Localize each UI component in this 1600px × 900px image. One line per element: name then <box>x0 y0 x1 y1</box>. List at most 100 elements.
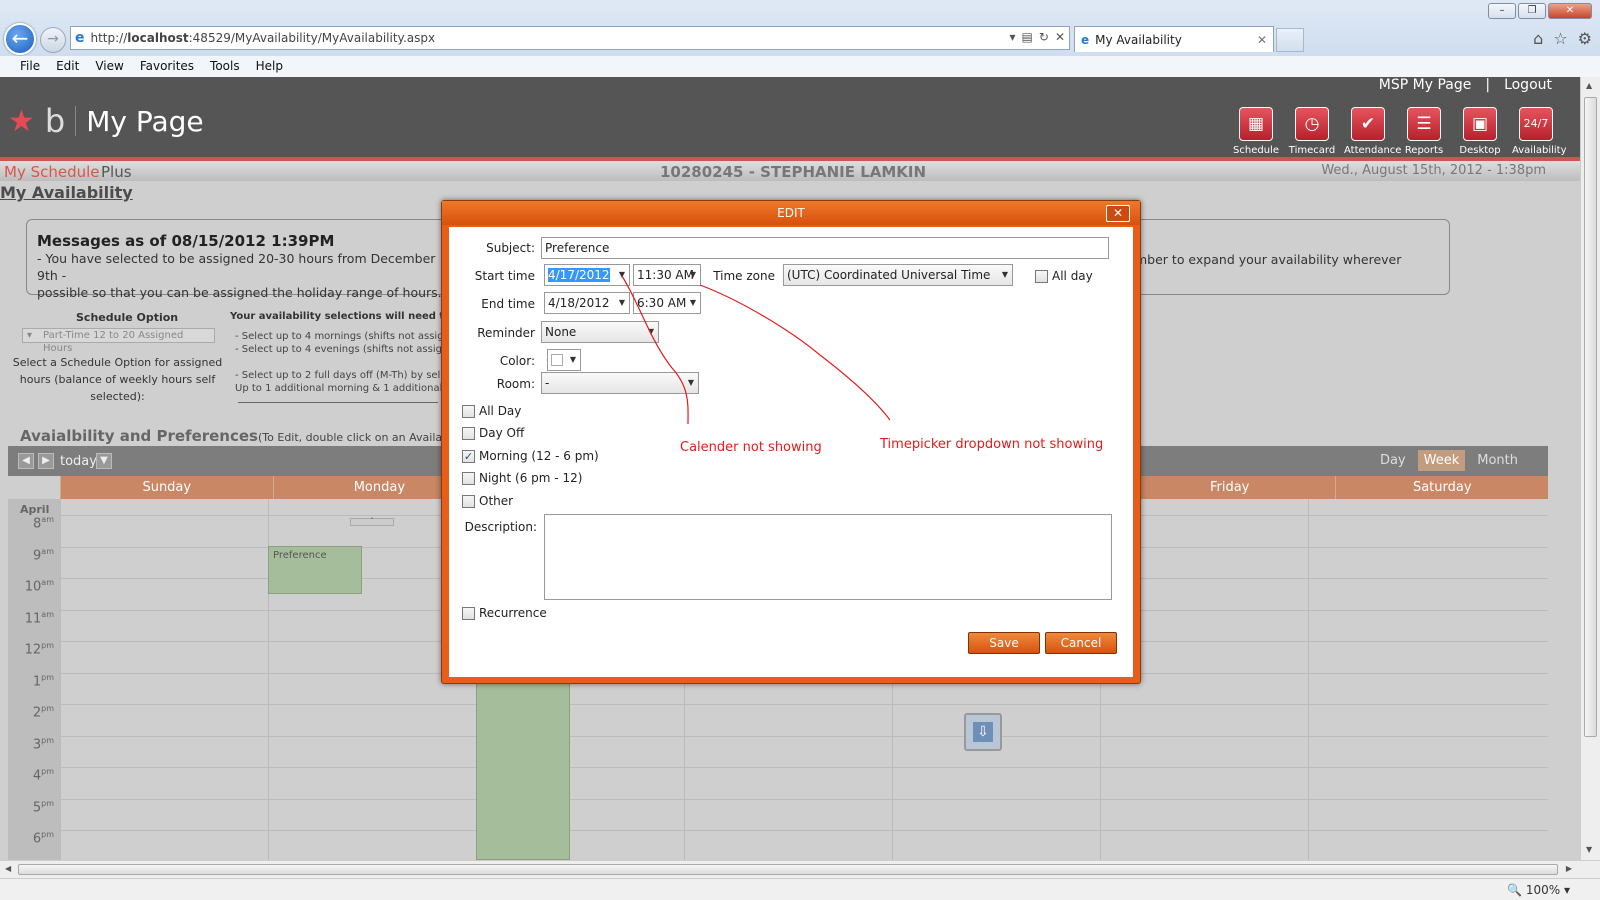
hscrollbar-thumb[interactable] <box>18 864 1558 875</box>
next-week-button[interactable]: ▶ <box>38 453 54 469</box>
day-off-checkbox[interactable]: Day Off <box>462 426 524 440</box>
favorites-star-icon[interactable]: ☆ <box>1553 29 1567 48</box>
chevron-down-icon[interactable]: ▼ <box>619 293 625 313</box>
scroll-right-arrow-icon[interactable]: ▶ <box>1566 864 1572 873</box>
chevron-down-icon[interactable]: ▼ <box>619 265 625 285</box>
chevron-down-icon[interactable]: ▼ <box>690 265 696 285</box>
view-month[interactable]: Month <box>1471 450 1524 471</box>
view-week[interactable]: Week <box>1417 450 1466 471</box>
logout-link[interactable]: Logout <box>1504 77 1552 93</box>
hour-row[interactable] <box>60 704 1548 735</box>
nav-reports[interactable]: ☰ Reports <box>1400 107 1448 156</box>
hour-row[interactable] <box>60 767 1548 798</box>
start-date-picker[interactable]: 4/17/2012 ▼ <box>544 264 630 286</box>
horizontal-scrollbar[interactable]: ◀ ▶ <box>0 860 1600 878</box>
reminder-select[interactable]: None ▼ <box>541 321 659 343</box>
all-day-checkbox[interactable]: All Day <box>462 404 521 418</box>
subject-input[interactable]: Preference <box>541 237 1109 259</box>
checkbox-box[interactable] <box>462 494 475 508</box>
scroll-up-indicator[interactable]: ˆ <box>350 518 394 526</box>
checkbox-box[interactable] <box>462 471 475 485</box>
end-date-picker[interactable]: 4/18/2012 ▼ <box>544 292 630 314</box>
morning-checkbox[interactable]: ✓ Morning (12 - 6 pm) <box>462 449 599 463</box>
report-icon: ☰ <box>1407 107 1441 141</box>
dropdown-icon[interactable]: ▾ <box>1010 30 1016 44</box>
my-schedule-link[interactable]: My Schedule <box>4 163 100 181</box>
hour-row[interactable] <box>60 830 1548 860</box>
plus-link[interactable]: Plus <box>101 163 132 181</box>
checkbox-box[interactable] <box>462 606 475 620</box>
menu-help[interactable]: Help <box>248 56 291 77</box>
description-textarea[interactable] <box>544 514 1112 600</box>
today-button[interactable]: today <box>60 454 97 469</box>
checkbox-box[interactable] <box>462 426 475 440</box>
vertical-scrollbar[interactable]: ▲ ▼ <box>1580 77 1600 860</box>
maximize-button[interactable]: ❐ <box>1518 3 1546 19</box>
hour-row[interactable] <box>60 798 1548 830</box>
nav-desktop[interactable]: ▣ Desktop <box>1456 107 1504 156</box>
color-picker[interactable]: ▼ <box>547 349 581 371</box>
night-checkbox[interactable]: Night (6 pm - 12) <box>462 471 582 485</box>
end-time-picker[interactable]: 6:30 AM ▼ <box>633 292 701 314</box>
scroll-down-arrow-icon[interactable]: ▼ <box>1586 845 1592 854</box>
all-day-header-checkbox[interactable]: All day <box>1035 269 1093 283</box>
compatibility-icon[interactable]: ▤ <box>1022 30 1033 44</box>
scrollbar-thumb[interactable] <box>1584 97 1597 737</box>
url-prefix: http:// <box>90 31 128 45</box>
subject-label: Subject: <box>486 241 535 255</box>
hour-row[interactable] <box>60 735 1548 767</box>
timezone-select[interactable]: (UTC) Coordinated Universal Time ▼ <box>783 264 1013 286</box>
checkbox-box[interactable] <box>462 404 475 418</box>
hour-number: 2 <box>32 705 42 721</box>
checkbox-box[interactable] <box>1035 269 1048 283</box>
room-select[interactable]: - ▼ <box>541 372 699 394</box>
stop-icon[interactable]: ✕ <box>1055 30 1065 44</box>
monitor-icon: ▣ <box>1463 107 1497 141</box>
scroll-left-arrow-icon[interactable]: ◀ <box>5 864 11 873</box>
nav-timecard[interactable]: ◷ Timecard <box>1288 107 1336 156</box>
date-picker-button[interactable]: ▼ <box>96 453 112 469</box>
nav-attendance[interactable]: ✔ Attendance <box>1344 107 1401 156</box>
day-header-friday: Friday <box>1122 476 1336 499</box>
forward-button[interactable]: → <box>40 27 66 53</box>
home-icon[interactable]: ⌂ <box>1533 29 1543 48</box>
scroll-down-button[interactable]: ⇩ <box>964 713 1002 751</box>
schedule-option-title: Schedule Option <box>76 311 179 324</box>
rule-line: - Select up to 4 mornings (shifts not as… <box>235 331 472 342</box>
other-checkbox[interactable]: Other <box>462 494 513 508</box>
zoom-level[interactable]: 🔍 100% ▾ <box>1507 883 1570 897</box>
menu-edit[interactable]: Edit <box>48 56 87 77</box>
recurrence-checkbox[interactable]: Recurrence <box>462 606 547 620</box>
hour-number: 5 <box>32 799 42 815</box>
menu-tools[interactable]: Tools <box>202 56 248 77</box>
view-day[interactable]: Day <box>1374 450 1412 471</box>
address-bar[interactable]: e http://localhost:48529/MyAvailability/… <box>70 26 1070 50</box>
url-text[interactable]: http://localhost:48529/MyAvailability/My… <box>91 31 436 45</box>
start-time-picker[interactable]: 11:30 AM ▼ <box>633 264 701 286</box>
msp-my-page-link[interactable]: MSP My Page <box>1379 77 1472 93</box>
scroll-up-arrow-icon[interactable]: ▲ <box>1586 81 1592 90</box>
tab-title: My Availability <box>1095 32 1182 47</box>
dialog-close-button[interactable]: ✕ <box>1106 205 1130 222</box>
tab-close-icon[interactable]: ✕ <box>1257 33 1267 47</box>
save-button[interactable]: Save <box>968 632 1040 654</box>
nav-availability[interactable]: 24/7 Availability <box>1512 107 1567 156</box>
gear-icon[interactable]: ⚙ <box>1578 29 1592 48</box>
close-window-button[interactable]: ✕ <box>1548 3 1592 19</box>
new-tab-button[interactable] <box>1276 28 1304 52</box>
nav-schedule[interactable]: ▦ Schedule <box>1232 107 1280 156</box>
menu-view[interactable]: View <box>87 56 131 77</box>
back-button[interactable]: ← <box>4 23 36 55</box>
cancel-button[interactable]: Cancel <box>1045 632 1117 654</box>
checkbox-box-checked[interactable]: ✓ <box>462 449 475 463</box>
browser-tab[interactable]: e My Availability ✕ <box>1074 26 1274 52</box>
schedule-option-select[interactable]: ▾ Part-Time 12 to 20 Assigned Hours <box>22 328 215 354</box>
appointment-preference[interactable]: Preference <box>268 546 362 594</box>
menu-file[interactable]: File <box>12 56 48 77</box>
prev-week-button[interactable]: ◀ <box>18 453 34 469</box>
menu-favorites[interactable]: Favorites <box>132 56 202 77</box>
minimize-button[interactable]: – <box>1488 3 1516 19</box>
refresh-icon[interactable]: ↻ <box>1039 30 1049 44</box>
chevron-down-icon[interactable]: ▼ <box>690 293 696 313</box>
appointment-block[interactable] <box>476 670 570 860</box>
